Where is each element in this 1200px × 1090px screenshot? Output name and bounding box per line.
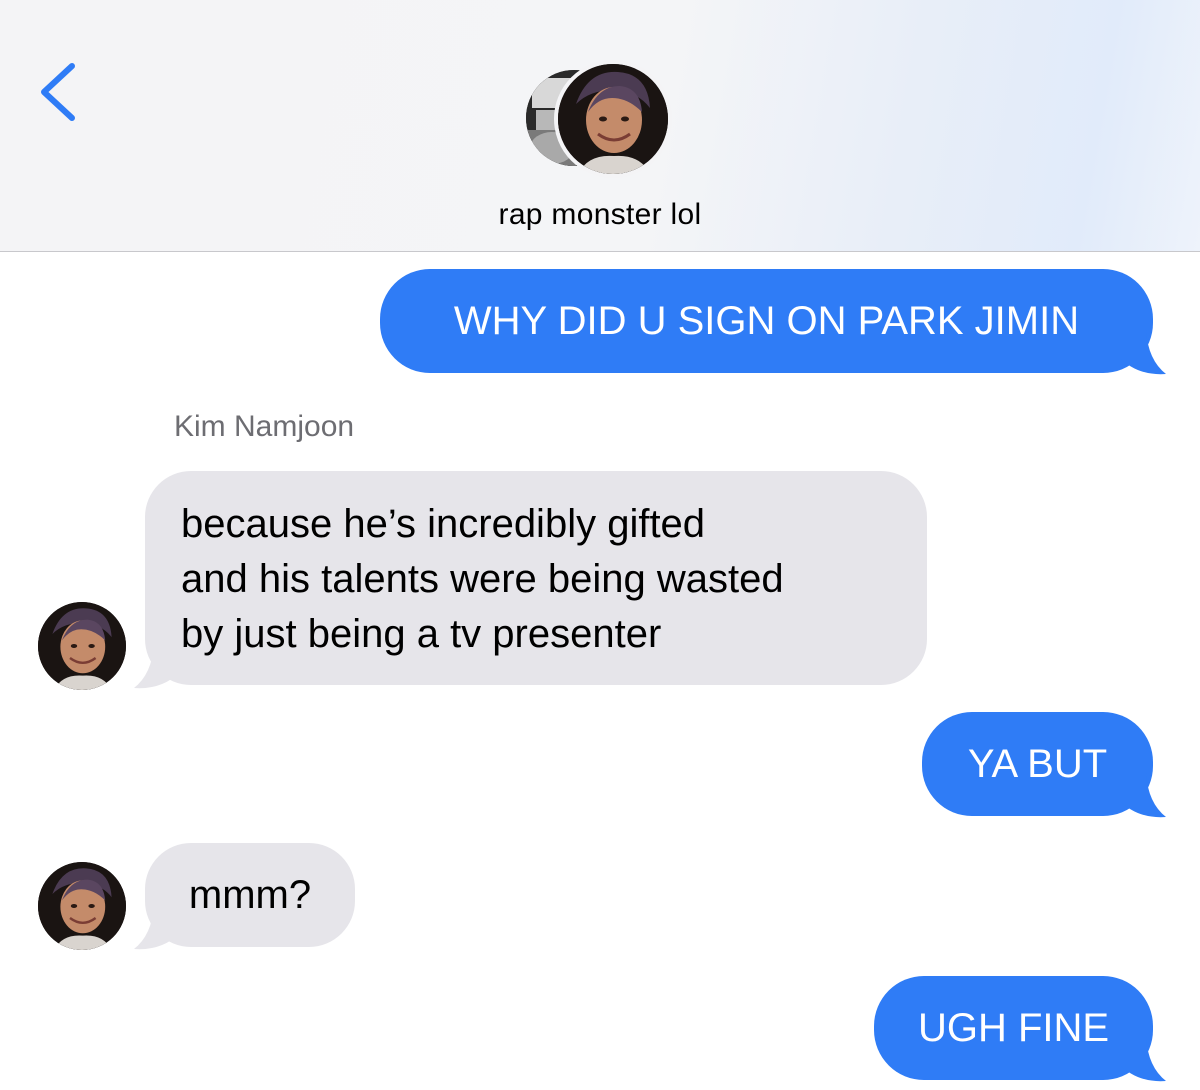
bubble-tail — [1120, 330, 1166, 375]
message-text: YA BUT — [967, 742, 1108, 786]
conversation-header: rap monster lol — [0, 0, 1200, 252]
bubble-tail — [1120, 1037, 1166, 1082]
sender-name: Kim Namjoon — [174, 410, 355, 443]
contact-name[interactable]: rap monster lol — [0, 198, 1200, 232]
message-bubble-sent[interactable]: UGH FINE — [874, 976, 1153, 1080]
group-avatar[interactable] — [526, 60, 676, 178]
message-bubble-received[interactable]: because he’s incredibly gifted and his t… — [145, 471, 927, 685]
bubble-tail — [1120, 773, 1166, 818]
message-line: because he’s incredibly gifted — [181, 502, 706, 546]
chevron-left-icon — [41, 63, 75, 121]
bubble-tail — [134, 905, 180, 950]
avatar[interactable] — [38, 862, 126, 950]
message-line: and his talents were being wasted — [181, 557, 784, 601]
message-text: UGH FINE — [917, 1006, 1110, 1050]
message-line: by just being a tv presenter — [181, 612, 662, 656]
bubble-tail — [134, 644, 180, 689]
back-button[interactable] — [34, 58, 84, 126]
message-text: mmm? — [188, 873, 312, 917]
message-text: WHY DID U SIGN ON PARK JIMIN — [453, 299, 1080, 343]
avatar-primary — [554, 60, 672, 178]
message-bubble-sent[interactable]: YA BUT — [922, 712, 1153, 816]
avatar[interactable] — [38, 602, 126, 690]
message-bubble-sent[interactable]: WHY DID U SIGN ON PARK JIMIN — [380, 269, 1153, 373]
